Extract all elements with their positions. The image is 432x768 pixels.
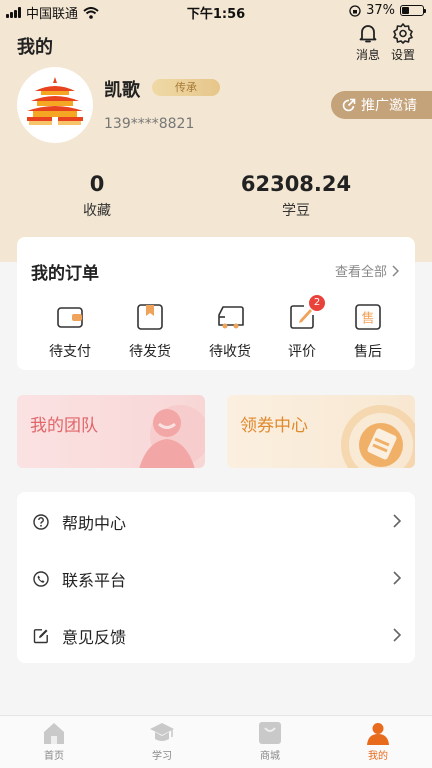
help-icon [33,513,49,530]
my-team-banner[interactable]: 我的团队 [17,395,205,468]
temple-logo-icon [27,77,83,125]
order-pending-payment[interactable]: 待支付 [30,303,110,361]
share-icon [342,98,356,111]
tab-label: 商城 [260,751,280,762]
banner-label: 我的团队 [30,416,98,436]
menu-label: 联系平台 [62,570,127,590]
stat-study-beans[interactable]: 62308.24 学豆 [226,172,366,220]
settings-label: 设置 [390,48,415,62]
promo-invite-button[interactable]: 推广邀请 [331,91,432,119]
banner-label: 领券中心 [240,416,308,436]
settings-button[interactable]: 设置 [386,22,420,63]
orders-card: 我的订单 查看全部 待支付 待发货 待收货 2 评价 售 售后 [17,237,415,370]
status-bar: 中国联通 下午1:56 37% [0,0,432,22]
stat-value: 62308.24 [240,172,352,196]
graduation-cap-icon [150,723,174,741]
tab-mall[interactable]: 商城 [240,720,300,762]
stat-label: 收藏 [83,203,111,219]
stat-label: 学豆 [282,203,310,219]
tab-label: 首页 [44,751,64,762]
bell-icon [359,25,377,43]
battery-icon [400,5,426,16]
tab-home[interactable]: 首页 [24,720,84,762]
stat-favorites[interactable]: 0 收藏 [57,172,137,220]
coupon-center-banner[interactable]: 领券中心 [227,395,415,468]
level-badge: 传承 [152,79,220,96]
chevron-right-icon [393,571,401,585]
promo-invite-label: 推广邀请 [361,98,417,114]
view-all-label: 查看全部 [334,265,387,280]
menu-label: 帮助中心 [62,513,127,533]
tab-mine[interactable]: 我的 [348,720,408,762]
phone-icon [33,570,49,587]
stat-value: 0 [89,172,105,196]
chevron-right-icon [392,264,399,277]
svg-text:售: 售 [361,311,374,327]
phone-number: 139****8821 [104,116,195,132]
order-label: 待发货 [129,344,171,360]
menu-help-center[interactable]: 帮助中心 [17,493,415,550]
avatar[interactable] [17,67,93,143]
home-icon [44,723,64,744]
coupon-illustration-icon [341,405,415,468]
messages-label: 消息 [355,48,380,62]
review-count-badge: 2 [309,295,325,311]
view-all-orders-link[interactable]: 查看全部 [335,261,399,280]
menu-label: 意见反馈 [62,627,127,647]
truck-icon [218,306,244,329]
chevron-right-icon [393,514,401,528]
user-icon [367,723,389,745]
tab-study[interactable]: 学习 [132,720,192,762]
wallet-icon [57,307,83,328]
menu-feedback[interactable]: 意见反馈 [17,607,415,664]
shopping-bag-icon [259,722,281,744]
tab-label: 我的 [368,751,388,762]
feedback-icon [33,628,48,643]
team-illustration-icon [139,405,205,468]
order-pending-receipt[interactable]: 待收货 [190,303,270,361]
order-label: 待收货 [209,344,251,360]
battery-percent: 37% [366,3,395,18]
after-sale-icon: 售 [355,304,381,330]
package-icon [137,304,163,330]
gear-icon [393,23,413,44]
messages-button[interactable]: 消息 [351,22,385,63]
tab-bar: 首页 学习 商城 我的 [0,715,432,768]
page-title: 我的 [17,37,53,58]
orders-title: 我的订单 [31,264,99,284]
order-pending-shipment[interactable]: 待发货 [110,303,190,361]
chevron-right-icon [393,628,401,642]
order-after-sale[interactable]: 售 售后 [328,303,408,361]
order-label: 售后 [354,344,382,360]
menu-contact-platform[interactable]: 联系平台 [17,550,415,607]
rotation-lock-icon [349,4,361,17]
tab-label: 学习 [152,751,172,762]
menu-card: 帮助中心 联系平台 意见反馈 [17,492,415,663]
order-label: 待支付 [49,344,91,360]
user-name: 凯歌 [104,80,140,101]
